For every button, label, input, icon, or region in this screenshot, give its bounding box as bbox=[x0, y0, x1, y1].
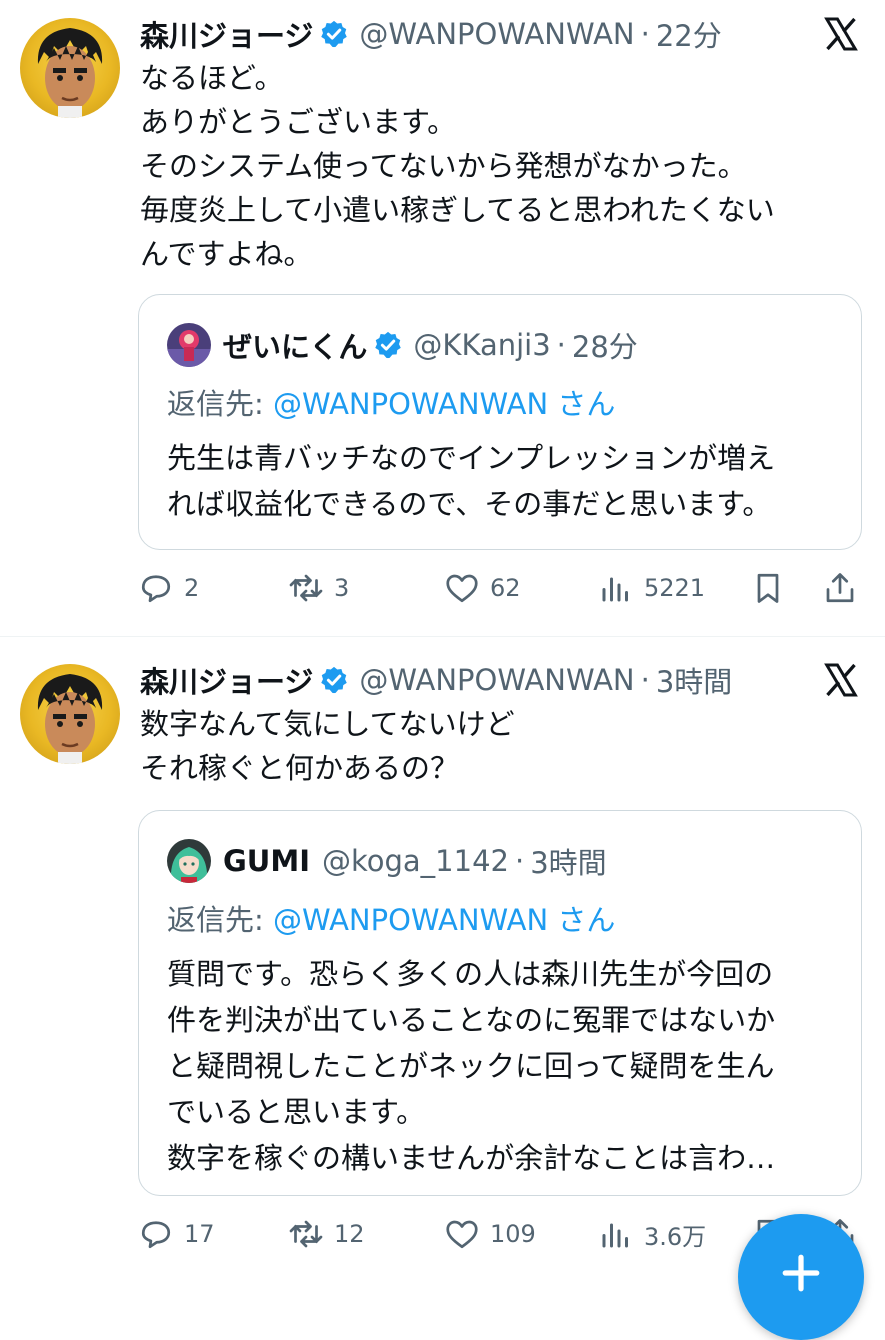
tweet-header: 森川ジョージ @WANPOWANWAN · 3時間 bbox=[140, 658, 732, 702]
reply-suffix: さん bbox=[557, 903, 616, 937]
reply-count: 17 bbox=[184, 1220, 215, 1248]
quoted-tweet[interactable]: GUMI @koga_1142 · 3時間 返信先: @WANPOWANWAN … bbox=[138, 810, 862, 1196]
x-logo-icon[interactable] bbox=[823, 16, 859, 52]
quoted-author-handle[interactable]: @KKanji3 bbox=[413, 328, 550, 362]
tweet-divider bbox=[0, 636, 885, 637]
tweet-time[interactable]: 22分 bbox=[656, 13, 722, 55]
tweet-text: 数字なんて気にしてないけど それ稼ぐと何かあるの？ bbox=[140, 707, 515, 785]
x-logo-icon[interactable] bbox=[823, 662, 859, 698]
views-count: 5221 bbox=[644, 574, 706, 602]
like-count: 62 bbox=[490, 574, 521, 602]
bookmark-icon bbox=[757, 573, 779, 603]
author-name[interactable]: 森川ジョージ bbox=[140, 659, 313, 701]
quoted-author-handle[interactable]: @koga_1142 bbox=[322, 844, 509, 878]
share-button[interactable] bbox=[822, 566, 868, 610]
verified-badge-icon bbox=[321, 666, 348, 694]
reply-icon bbox=[141, 1221, 171, 1249]
quoted-tweet-time[interactable]: 28分 bbox=[572, 324, 638, 366]
bookmark-button[interactable] bbox=[750, 566, 796, 610]
like-count: 109 bbox=[490, 1220, 536, 1248]
retweet-icon bbox=[289, 574, 323, 602]
like-icon bbox=[446, 574, 478, 603]
verified-badge-icon bbox=[375, 331, 402, 359]
quoted-author-avatar[interactable] bbox=[167, 839, 211, 883]
tweet-text: なるほど。 ありがとうございます。 そのシステム使ってないから発想がなかった。 … bbox=[140, 61, 775, 271]
separator-dot: · bbox=[640, 17, 650, 51]
share-icon bbox=[826, 573, 854, 603]
author-avatar[interactable] bbox=[20, 664, 120, 764]
quoted-tweet[interactable]: ぜいにくん @KKanji3 · 28分 返信先: @WANPOWANWAN さ… bbox=[138, 294, 862, 550]
author-avatar[interactable] bbox=[20, 18, 120, 118]
separator-dot: · bbox=[556, 328, 566, 362]
author-handle[interactable]: @WANPOWANWAN bbox=[359, 17, 634, 51]
reply-prefix: 返信先: bbox=[167, 387, 273, 421]
reply-mention-link[interactable]: @WANPOWANWAN bbox=[273, 387, 548, 421]
tweet-time[interactable]: 3時間 bbox=[656, 659, 732, 701]
retweet-icon bbox=[289, 1220, 323, 1248]
reply-context: 返信先: @WANPOWANWAN さん bbox=[167, 897, 615, 939]
author-name[interactable]: 森川ジョージ bbox=[140, 13, 313, 55]
reply-button[interactable]: 2 bbox=[138, 566, 199, 610]
author-handle[interactable]: @WANPOWANWAN bbox=[359, 663, 634, 697]
quoted-tweet-text: 先生は青バッチなのでインプレッションが増え れば収益化できるので、その事だと思い… bbox=[167, 441, 776, 521]
quoted-author-name[interactable]: ぜいにくん bbox=[223, 324, 367, 366]
tweet-header: 森川ジョージ @WANPOWANWAN · 22分 bbox=[140, 12, 722, 56]
like-button[interactable]: 109 bbox=[444, 1212, 536, 1256]
reply-context: 返信先: @WANPOWANWAN さん bbox=[167, 381, 615, 423]
like-icon bbox=[446, 1220, 478, 1249]
reply-icon bbox=[141, 575, 171, 603]
quoted-author-avatar[interactable] bbox=[167, 323, 211, 367]
reply-button[interactable]: 17 bbox=[138, 1212, 215, 1256]
reply-suffix: さん bbox=[557, 387, 616, 421]
quoted-tweet-header: ぜいにくん @KKanji3 · 28分 bbox=[167, 323, 638, 367]
quoted-tweet-text: 質問です。恐らく多くの人は森川先生が今回の 件を判決が出ていることなのに冤罪では… bbox=[167, 957, 776, 1175]
views-button[interactable]: 5221 bbox=[598, 566, 705, 610]
verified-badge-icon bbox=[321, 20, 348, 48]
views-button[interactable]: 3.6万 bbox=[598, 1212, 706, 1256]
like-button[interactable]: 62 bbox=[444, 566, 521, 610]
quoted-tweet-header: GUMI @koga_1142 · 3時間 bbox=[167, 839, 607, 883]
retweet-count: 3 bbox=[334, 574, 350, 602]
views-icon bbox=[602, 577, 628, 602]
views-icon bbox=[602, 1223, 628, 1248]
compose-button[interactable] bbox=[738, 1214, 864, 1340]
quoted-tweet-time[interactable]: 3時間 bbox=[530, 840, 606, 882]
retweet-button[interactable]: 3 bbox=[288, 566, 349, 610]
reply-count: 2 bbox=[184, 574, 200, 602]
quoted-author-name[interactable]: GUMI bbox=[223, 844, 310, 878]
retweet-count: 12 bbox=[334, 1220, 365, 1248]
retweet-button[interactable]: 12 bbox=[288, 1212, 365, 1256]
compose-icon bbox=[782, 1254, 820, 1292]
separator-dot: · bbox=[640, 663, 650, 697]
views-count: 3.6万 bbox=[644, 1222, 707, 1251]
reply-prefix: 返信先: bbox=[167, 903, 273, 937]
tweet-actions: 2 3 62 5221 bbox=[138, 566, 868, 610]
separator-dot: · bbox=[515, 844, 525, 878]
reply-mention-link[interactable]: @WANPOWANWAN bbox=[273, 903, 548, 937]
